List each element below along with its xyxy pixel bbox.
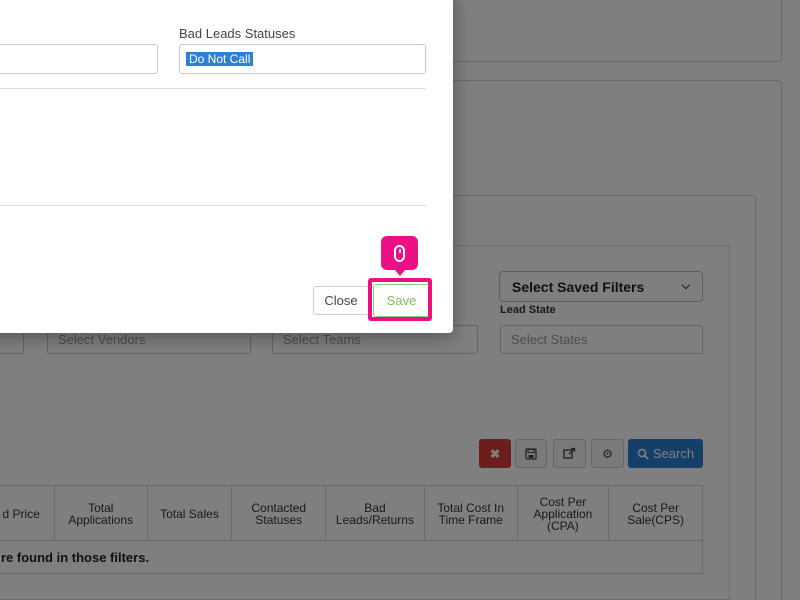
divider (0, 88, 426, 89)
divider (0, 205, 426, 206)
mouse-icon (394, 244, 405, 262)
close-button[interactable]: Close (313, 286, 369, 315)
modal-left-input[interactable] (0, 44, 158, 74)
bad-leads-statuses-field[interactable]: Do Not Call (179, 44, 426, 74)
bad-leads-statuses-label: Bad Leads Statuses (179, 26, 296, 41)
bad-leads-status-tag: Do Not Call (186, 52, 254, 66)
click-highlight-box (368, 278, 432, 321)
click-indicator (381, 236, 418, 276)
